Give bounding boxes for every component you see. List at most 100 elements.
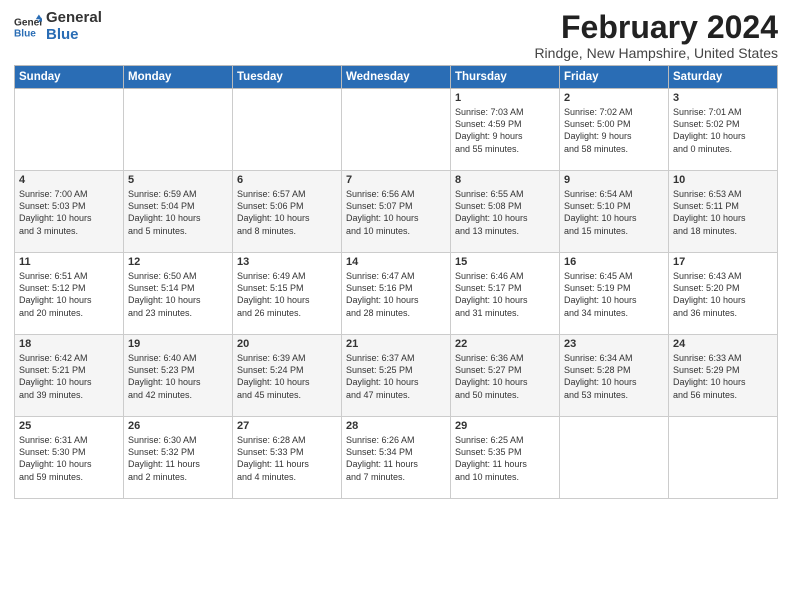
week-row-4: 18 Sunrise: 6:42 AM Sunset: 5:21 PM Dayli… <box>15 335 778 417</box>
day-info: Sunrise: 6:59 AM Sunset: 5:04 PM Dayligh… <box>128 188 228 237</box>
day-info: Sunrise: 6:51 AM Sunset: 5:12 PM Dayligh… <box>19 270 119 319</box>
day-info: Sunrise: 7:00 AM Sunset: 5:03 PM Dayligh… <box>19 188 119 237</box>
day-info: Sunrise: 6:37 AM Sunset: 5:25 PM Dayligh… <box>346 352 446 401</box>
calendar-cell: 21 Sunrise: 6:37 AM Sunset: 5:25 PM Dayli… <box>342 335 451 417</box>
main-title: February 2024 <box>534 10 778 45</box>
calendar-table: SundayMondayTuesdayWednesdayThursdayFrid… <box>14 65 778 499</box>
day-number: 5 <box>128 174 228 186</box>
day-number: 16 <box>564 256 664 268</box>
day-number: 15 <box>455 256 555 268</box>
calendar-cell: 10 Sunrise: 6:53 AM Sunset: 5:11 PM Dayli… <box>669 171 778 253</box>
calendar-cell <box>124 89 233 171</box>
day-number: 10 <box>673 174 773 186</box>
header-wednesday: Wednesday <box>342 66 451 89</box>
day-number: 9 <box>564 174 664 186</box>
day-number: 26 <box>128 420 228 432</box>
day-number: 1 <box>455 92 555 104</box>
day-number: 8 <box>455 174 555 186</box>
day-info: Sunrise: 6:25 AM Sunset: 5:35 PM Dayligh… <box>455 434 555 483</box>
day-info: Sunrise: 6:31 AM Sunset: 5:30 PM Dayligh… <box>19 434 119 483</box>
calendar-cell: 26 Sunrise: 6:30 AM Sunset: 5:32 PM Dayli… <box>124 417 233 499</box>
day-info: Sunrise: 6:45 AM Sunset: 5:19 PM Dayligh… <box>564 270 664 319</box>
day-info: Sunrise: 7:01 AM Sunset: 5:02 PM Dayligh… <box>673 106 773 155</box>
calendar-cell: 25 Sunrise: 6:31 AM Sunset: 5:30 PM Dayli… <box>15 417 124 499</box>
logo-general: General <box>46 10 102 27</box>
day-number: 12 <box>128 256 228 268</box>
header: General Blue General Blue February 2024 … <box>14 10 778 61</box>
page-container: General Blue General Blue February 2024 … <box>0 0 792 507</box>
header-sunday: Sunday <box>15 66 124 89</box>
logo-blue: Blue <box>46 27 102 44</box>
day-number: 2 <box>564 92 664 104</box>
subtitle: Rindge, New Hampshire, United States <box>534 45 778 61</box>
calendar-cell: 19 Sunrise: 6:40 AM Sunset: 5:23 PM Dayli… <box>124 335 233 417</box>
day-info: Sunrise: 6:30 AM Sunset: 5:32 PM Dayligh… <box>128 434 228 483</box>
day-info: Sunrise: 6:54 AM Sunset: 5:10 PM Dayligh… <box>564 188 664 237</box>
calendar-cell <box>233 89 342 171</box>
day-info: Sunrise: 6:43 AM Sunset: 5:20 PM Dayligh… <box>673 270 773 319</box>
calendar-cell <box>342 89 451 171</box>
day-info: Sunrise: 6:39 AM Sunset: 5:24 PM Dayligh… <box>237 352 337 401</box>
day-info: Sunrise: 6:34 AM Sunset: 5:28 PM Dayligh… <box>564 352 664 401</box>
calendar-cell: 24Sunrise: 6:33 AM Sunset: 5:29 PM Dayli… <box>669 335 778 417</box>
calendar-cell <box>560 417 669 499</box>
calendar-cell: 15 Sunrise: 6:46 AM Sunset: 5:17 PM Dayli… <box>451 253 560 335</box>
week-row-1: 1 Sunrise: 7:03 AM Sunset: 4:59 PM Daylig… <box>15 89 778 171</box>
day-number: 13 <box>237 256 337 268</box>
calendar-cell: 2Sunrise: 7:02 AM Sunset: 5:00 PM Daylig… <box>560 89 669 171</box>
day-info: Sunrise: 6:50 AM Sunset: 5:14 PM Dayligh… <box>128 270 228 319</box>
header-saturday: Saturday <box>669 66 778 89</box>
logo: General Blue General Blue <box>14 10 102 43</box>
calendar-cell: 3Sunrise: 7:01 AM Sunset: 5:02 PM Daylig… <box>669 89 778 171</box>
calendar-cell: 23 Sunrise: 6:34 AM Sunset: 5:28 PM Dayli… <box>560 335 669 417</box>
day-number: 29 <box>455 420 555 432</box>
day-info: Sunrise: 7:03 AM Sunset: 4:59 PM Dayligh… <box>455 106 555 155</box>
week-row-5: 25 Sunrise: 6:31 AM Sunset: 5:30 PM Dayli… <box>15 417 778 499</box>
day-number: 22 <box>455 338 555 350</box>
logo-icon: General Blue <box>14 13 42 41</box>
day-number: 17 <box>673 256 773 268</box>
calendar-cell: 13 Sunrise: 6:49 AM Sunset: 5:15 PM Dayli… <box>233 253 342 335</box>
day-number: 7 <box>346 174 446 186</box>
day-info: Sunrise: 6:56 AM Sunset: 5:07 PM Dayligh… <box>346 188 446 237</box>
calendar-cell: 8 Sunrise: 6:55 AM Sunset: 5:08 PM Daylig… <box>451 171 560 253</box>
day-info: Sunrise: 6:28 AM Sunset: 5:33 PM Dayligh… <box>237 434 337 483</box>
day-number: 18 <box>19 338 119 350</box>
calendar-cell: 20 Sunrise: 6:39 AM Sunset: 5:24 PM Dayli… <box>233 335 342 417</box>
calendar-cell: 7 Sunrise: 6:56 AM Sunset: 5:07 PM Daylig… <box>342 171 451 253</box>
day-number: 20 <box>237 338 337 350</box>
day-number: 23 <box>564 338 664 350</box>
day-info: Sunrise: 6:57 AM Sunset: 5:06 PM Dayligh… <box>237 188 337 237</box>
day-info: Sunrise: 6:55 AM Sunset: 5:08 PM Dayligh… <box>455 188 555 237</box>
day-info: Sunrise: 6:40 AM Sunset: 5:23 PM Dayligh… <box>128 352 228 401</box>
week-row-2: 4 Sunrise: 7:00 AM Sunset: 5:03 PM Daylig… <box>15 171 778 253</box>
day-info: Sunrise: 6:53 AM Sunset: 5:11 PM Dayligh… <box>673 188 773 237</box>
day-info: Sunrise: 6:42 AM Sunset: 5:21 PM Dayligh… <box>19 352 119 401</box>
calendar-cell: 27Sunrise: 6:28 AM Sunset: 5:33 PM Dayli… <box>233 417 342 499</box>
day-number: 6 <box>237 174 337 186</box>
day-number: 25 <box>19 420 119 432</box>
day-number: 14 <box>346 256 446 268</box>
header-tuesday: Tuesday <box>233 66 342 89</box>
day-number: 19 <box>128 338 228 350</box>
calendar-cell: 12 Sunrise: 6:50 AM Sunset: 5:14 PM Dayli… <box>124 253 233 335</box>
calendar-cell: 11Sunrise: 6:51 AM Sunset: 5:12 PM Dayli… <box>15 253 124 335</box>
title-block: February 2024 Rindge, New Hampshire, Uni… <box>534 10 778 61</box>
calendar-cell: 28Sunrise: 6:26 AM Sunset: 5:34 PM Dayli… <box>342 417 451 499</box>
day-number: 21 <box>346 338 446 350</box>
day-number: 4 <box>19 174 119 186</box>
calendar-cell: 16 Sunrise: 6:45 AM Sunset: 5:19 PM Dayli… <box>560 253 669 335</box>
svg-text:Blue: Blue <box>14 28 36 39</box>
calendar-cell: 5 Sunrise: 6:59 AM Sunset: 5:04 PM Daylig… <box>124 171 233 253</box>
calendar-cell: 22 Sunrise: 6:36 AM Sunset: 5:27 PM Dayli… <box>451 335 560 417</box>
day-info: Sunrise: 6:49 AM Sunset: 5:15 PM Dayligh… <box>237 270 337 319</box>
day-info: Sunrise: 6:36 AM Sunset: 5:27 PM Dayligh… <box>455 352 555 401</box>
day-info: Sunrise: 6:46 AM Sunset: 5:17 PM Dayligh… <box>455 270 555 319</box>
calendar-cell: 6 Sunrise: 6:57 AM Sunset: 5:06 PM Daylig… <box>233 171 342 253</box>
calendar-cell: 9 Sunrise: 6:54 AM Sunset: 5:10 PM Daylig… <box>560 171 669 253</box>
calendar-cell: 1 Sunrise: 7:03 AM Sunset: 4:59 PM Daylig… <box>451 89 560 171</box>
week-row-3: 11Sunrise: 6:51 AM Sunset: 5:12 PM Dayli… <box>15 253 778 335</box>
header-monday: Monday <box>124 66 233 89</box>
calendar-cell: 17 Sunrise: 6:43 AM Sunset: 5:20 PM Dayli… <box>669 253 778 335</box>
calendar-cell <box>669 417 778 499</box>
